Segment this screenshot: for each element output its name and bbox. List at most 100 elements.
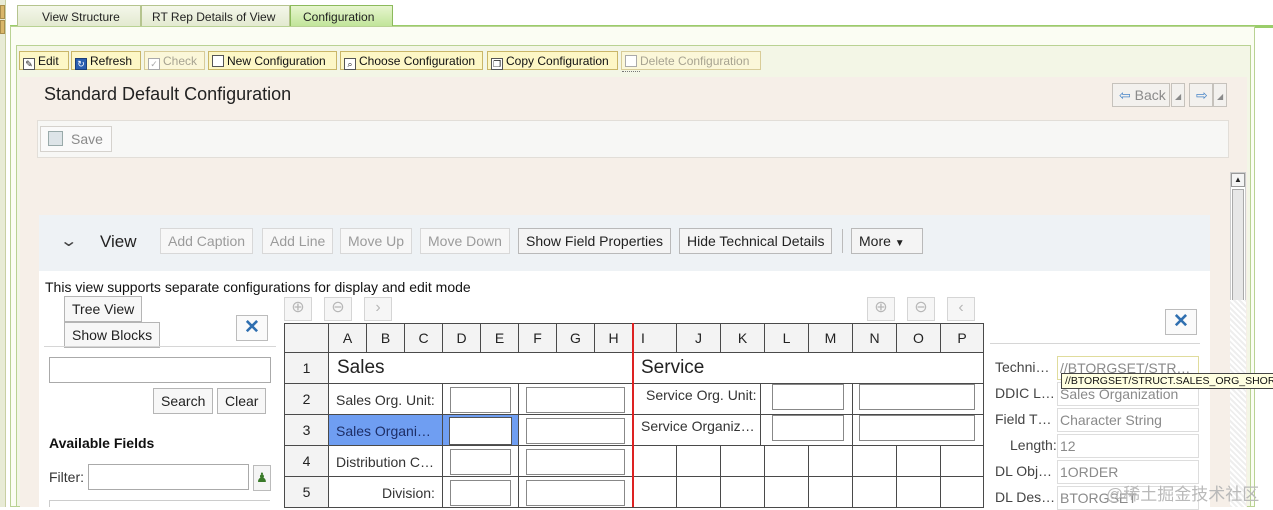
grid-cell[interactable] [676,476,721,508]
new-configuration-button[interactable]: New Configuration [208,51,337,70]
zoom-out-icon[interactable]: ⊖ [324,297,352,321]
grid-cell[interactable] [940,445,984,477]
column-header[interactable]: F [518,323,557,353]
service-caption[interactable]: Service [632,352,984,384]
row-header[interactable]: 4 [284,445,329,477]
grid-cell[interactable] [720,445,765,477]
division-input[interactable] [450,480,511,506]
zoom-out-icon[interactable]: ⊖ [907,297,935,321]
forward-arrow-icon[interactable]: ⇨ [1189,83,1213,107]
column-header[interactable]: M [808,323,853,353]
service-organization-input[interactable] [772,415,844,441]
tab-configuration[interactable]: Configuration [290,5,393,27]
clear-button[interactable]: Clear [217,388,267,414]
delete-configuration-button[interactable]: Delete Configuration [621,51,761,70]
search-button[interactable]: Search [153,388,214,414]
scroll-thumb[interactable] [1232,189,1244,304]
division-desc-input[interactable] [526,480,625,506]
tree-view-button[interactable]: Tree View [64,296,143,322]
close-icon[interactable]: ✕ [236,315,268,341]
splitter-grip[interactable] [622,71,640,74]
add-line-button[interactable]: Add Line [262,228,334,254]
more-button[interactable]: More ▼ [851,228,923,254]
collapse-chevron-icon[interactable]: ⌄ [59,231,78,251]
column-header[interactable]: A [328,323,367,353]
grid-cell[interactable] [676,445,721,477]
grid-cell[interactable] [764,476,809,508]
row-header[interactable]: 5 [284,476,329,508]
grid-cell[interactable] [896,445,941,477]
column-header[interactable]: J [676,323,721,353]
choose-configuration-button[interactable]: ⌕ Choose Configuration [340,51,483,70]
grid-cell[interactable] [808,445,853,477]
grid-cell[interactable] [896,476,941,508]
column-header[interactable]: H [594,323,633,353]
grid-cell[interactable] [808,476,853,508]
column-header[interactable]: B [366,323,405,353]
sales-organization-desc-input[interactable] [526,418,625,444]
grid-cell[interactable] [852,476,897,508]
column-header[interactable]: E [480,323,519,353]
filter-input[interactable] [88,464,249,490]
view-info-text: This view supports separate configuratio… [45,279,471,295]
edge-handle[interactable] [0,5,5,19]
zoom-in-icon[interactable]: ⊕ [284,297,312,321]
column-header[interactable]: C [404,323,443,353]
technical-name-tooltip: //BTORGSET/STRUCT.SALES_ORG_SHORT [1061,373,1273,389]
column-header[interactable]: K [720,323,765,353]
show-blocks-button[interactable]: Show Blocks [64,322,161,348]
expand-left-icon[interactable]: ‹ [947,297,975,321]
length-label: Length: [1010,437,1057,453]
grid-corner [284,323,329,353]
grid-cell[interactable] [632,445,677,477]
copy-configuration-button[interactable]: ❐ Copy Configuration [487,51,618,70]
column-header[interactable]: I [632,323,677,353]
refresh-button[interactable]: ↻ Refresh [71,51,141,70]
move-up-button[interactable]: Move Up [340,228,413,254]
hide-technical-details-button[interactable]: Hide Technical Details [679,228,833,254]
check-button[interactable]: ✓ Check [144,51,205,70]
show-field-properties-button[interactable]: Show Field Properties [518,228,671,254]
person-icon[interactable]: ♟ [253,465,271,491]
back-dropdown[interactable]: ◢ [1171,83,1185,107]
grid-cell[interactable] [852,445,897,477]
row-header[interactable]: 3 [284,414,329,446]
zoom-in-icon[interactable]: ⊕ [867,297,895,321]
column-header[interactable]: N [852,323,897,353]
row-header[interactable]: 1 [284,352,329,384]
service-org-unit-desc-input[interactable] [859,384,975,410]
scroll-up-icon[interactable]: ▲ [1231,173,1245,187]
edit-button[interactable]: ✎ Edit [19,51,69,70]
tab-view-structure[interactable]: View Structure [17,5,141,27]
grid-cell[interactable] [940,476,984,508]
column-header[interactable]: O [896,323,941,353]
distribution-channel-desc-input[interactable] [526,449,625,475]
grid-cell[interactable] [764,445,809,477]
expand-right-icon[interactable]: › [364,297,392,321]
sales-caption[interactable]: Sales [328,352,633,384]
edge-handle[interactable] [0,20,5,34]
sales-org-unit-input[interactable] [450,387,511,413]
column-header[interactable]: P [940,323,984,353]
grid-cell[interactable] [632,476,677,508]
service-organization-desc-input[interactable] [859,415,975,441]
service-org-unit-input[interactable] [772,384,844,410]
grid-cell[interactable] [720,476,765,508]
add-caption-button[interactable]: Add Caption [160,228,254,254]
tab-rt-rep-details[interactable]: RT Rep Details of View [141,5,290,27]
column-header[interactable]: D [442,323,481,353]
field-search-input[interactable] [49,357,271,383]
row-header[interactable]: 2 [284,383,329,415]
distribution-channel-input[interactable] [450,449,511,475]
back-button[interactable]: ⇦ Back [1112,83,1170,107]
page-title: Standard Default Configuration [44,84,292,104]
column-header[interactable]: G [556,323,595,353]
sales-org-unit-desc-input[interactable] [526,387,625,413]
move-down-button[interactable]: Move Down [420,228,510,254]
forward-dropdown[interactable]: ◢ [1213,83,1227,107]
column-header[interactable]: L [764,323,809,353]
view-label: View [100,232,137,251]
close-icon[interactable]: ✕ [1165,309,1197,335]
available-fields-list[interactable] [49,500,270,507]
sales-organization-input[interactable] [449,417,512,445]
